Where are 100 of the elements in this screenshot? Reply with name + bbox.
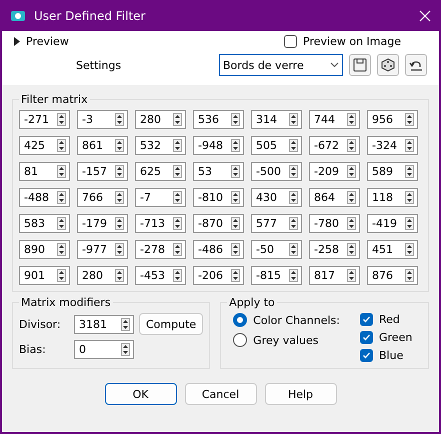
matrix-field[interactable]: 505: [251, 136, 302, 155]
spin-arrows-icon[interactable]: [289, 217, 298, 230]
spin-arrows-icon[interactable]: [173, 165, 182, 178]
matrix-field[interactable]: -271: [19, 110, 70, 129]
matrix-field[interactable]: 744: [309, 110, 360, 129]
spin-arrows-icon[interactable]: [115, 217, 124, 230]
matrix-field[interactable]: 314: [251, 110, 302, 129]
matrix-field[interactable]: -50: [251, 240, 302, 259]
radio-button[interactable]: [233, 333, 248, 347]
spin-arrows-icon[interactable]: [289, 113, 298, 126]
divisor-field[interactable]: 3181: [74, 314, 134, 334]
matrix-field[interactable]: -179: [77, 214, 128, 233]
matrix-field[interactable]: 430: [251, 188, 302, 207]
matrix-field[interactable]: 577: [251, 214, 302, 233]
spin-arrows-icon[interactable]: [289, 191, 298, 204]
spin-arrows-icon[interactable]: [231, 191, 240, 204]
close-icon[interactable]: [419, 10, 431, 22]
radio-button[interactable]: [233, 313, 248, 327]
compute-button[interactable]: Compute: [139, 313, 204, 335]
spin-arrows-icon[interactable]: [173, 269, 182, 282]
matrix-field[interactable]: -7: [135, 188, 186, 207]
save-button[interactable]: [349, 54, 371, 76]
spin-arrows-icon[interactable]: [173, 113, 182, 126]
preview-label[interactable]: Preview: [26, 35, 69, 48]
spin-arrows-icon[interactable]: [57, 243, 66, 256]
channel-checkbox[interactable]: [360, 313, 373, 326]
spin-arrows-icon[interactable]: [231, 139, 240, 152]
spin-arrows-icon[interactable]: [405, 165, 414, 178]
matrix-field[interactable]: -500: [251, 162, 302, 181]
matrix-field[interactable]: 532: [135, 136, 186, 155]
spin-arrows-icon[interactable]: [405, 113, 414, 126]
spin-arrows-icon[interactable]: [115, 165, 124, 178]
spin-arrows-icon[interactable]: [115, 269, 124, 282]
spin-arrows-icon[interactable]: [57, 139, 66, 152]
spin-arrows-icon[interactable]: [405, 191, 414, 204]
matrix-field[interactable]: 536: [193, 110, 244, 129]
spin-arrows-icon[interactable]: [231, 269, 240, 282]
settings-dropdown[interactable]: Bords de verre: [219, 54, 343, 76]
spin-arrows-icon[interactable]: [173, 139, 182, 152]
spin-arrows-icon[interactable]: [57, 113, 66, 126]
spin-arrows-icon[interactable]: [121, 343, 130, 356]
matrix-field[interactable]: 280: [135, 110, 186, 129]
spin-arrows-icon[interactable]: [347, 139, 356, 152]
matrix-field[interactable]: -810: [193, 188, 244, 207]
spin-arrows-icon[interactable]: [405, 269, 414, 282]
matrix-field[interactable]: 876: [367, 266, 418, 285]
expand-arrow-icon[interactable]: [14, 37, 20, 46]
spin-arrows-icon[interactable]: [405, 217, 414, 230]
matrix-field[interactable]: 817: [309, 266, 360, 285]
channel-checkbox[interactable]: [360, 331, 373, 344]
spin-arrows-icon[interactable]: [57, 165, 66, 178]
spin-arrows-icon[interactable]: [231, 113, 240, 126]
spin-arrows-icon[interactable]: [347, 269, 356, 282]
spin-arrows-icon[interactable]: [289, 165, 298, 178]
matrix-field[interactable]: -209: [309, 162, 360, 181]
reset-button[interactable]: [405, 54, 427, 76]
matrix-field[interactable]: -713: [135, 214, 186, 233]
matrix-field[interactable]: 766: [77, 188, 128, 207]
matrix-field[interactable]: -486: [193, 240, 244, 259]
matrix-field[interactable]: 425: [19, 136, 70, 155]
spin-arrows-icon[interactable]: [231, 217, 240, 230]
spin-arrows-icon[interactable]: [289, 269, 298, 282]
spin-arrows-icon[interactable]: [347, 165, 356, 178]
matrix-field[interactable]: 864: [309, 188, 360, 207]
spin-arrows-icon[interactable]: [115, 113, 124, 126]
channel-checkbox[interactable]: [360, 349, 373, 362]
matrix-field[interactable]: 118: [367, 188, 418, 207]
dialog-button[interactable]: OK: [104, 383, 176, 405]
matrix-field[interactable]: -780: [309, 214, 360, 233]
dialog-button[interactable]: Cancel: [184, 383, 256, 405]
matrix-field[interactable]: -672: [309, 136, 360, 155]
matrix-field[interactable]: -278: [135, 240, 186, 259]
spin-arrows-icon[interactable]: [57, 191, 66, 204]
matrix-field[interactable]: -870: [193, 214, 244, 233]
matrix-field[interactable]: -157: [77, 162, 128, 181]
matrix-field[interactable]: 861: [77, 136, 128, 155]
matrix-field[interactable]: 583: [19, 214, 70, 233]
spin-arrows-icon[interactable]: [231, 165, 240, 178]
spin-arrows-icon[interactable]: [173, 217, 182, 230]
matrix-field[interactable]: -815: [251, 266, 302, 285]
matrix-field[interactable]: 451: [367, 240, 418, 259]
spin-arrows-icon[interactable]: [347, 217, 356, 230]
spin-arrows-icon[interactable]: [289, 243, 298, 256]
matrix-field[interactable]: 53: [193, 162, 244, 181]
matrix-field[interactable]: -453: [135, 266, 186, 285]
matrix-field[interactable]: 589: [367, 162, 418, 181]
matrix-field[interactable]: -948: [193, 136, 244, 155]
preview-on-image-checkbox[interactable]: [284, 35, 298, 48]
matrix-field[interactable]: -488: [19, 188, 70, 207]
bias-field[interactable]: 0: [74, 340, 134, 359]
spin-arrows-icon[interactable]: [405, 243, 414, 256]
spin-arrows-icon[interactable]: [173, 191, 182, 204]
matrix-field[interactable]: -206: [193, 266, 244, 285]
spin-arrows-icon[interactable]: [57, 269, 66, 282]
matrix-field[interactable]: -977: [77, 240, 128, 259]
spin-arrows-icon[interactable]: [347, 243, 356, 256]
spin-arrows-icon[interactable]: [115, 139, 124, 152]
matrix-field[interactable]: 890: [19, 240, 70, 259]
spin-arrows-icon[interactable]: [347, 113, 356, 126]
matrix-field[interactable]: -258: [309, 240, 360, 259]
